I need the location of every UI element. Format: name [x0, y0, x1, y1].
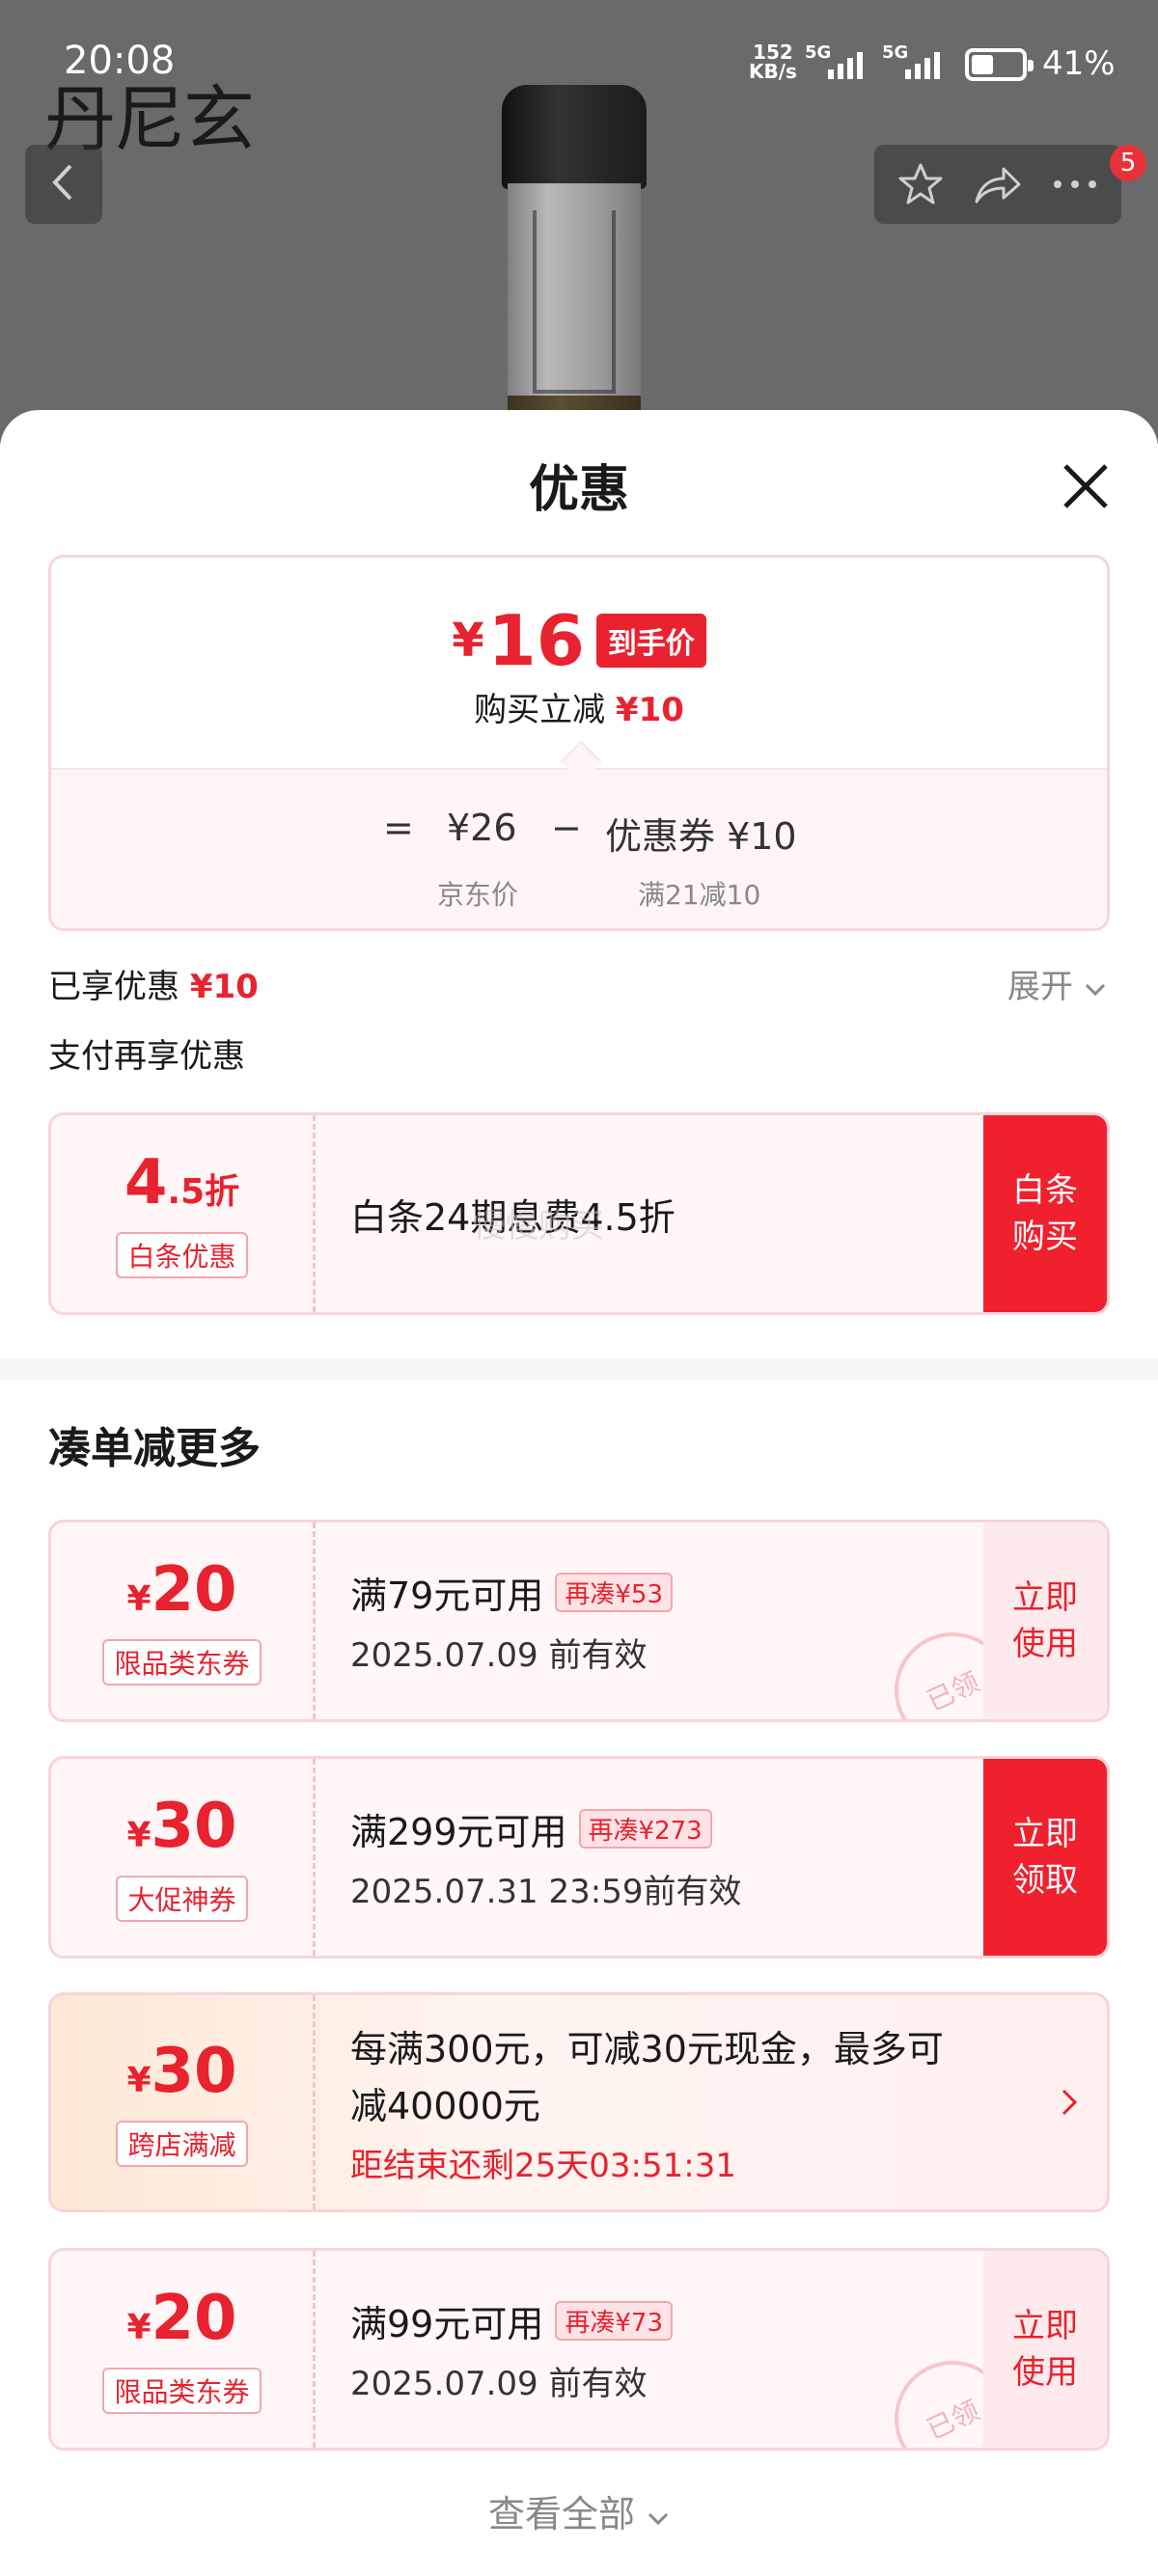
final-price: ¥ 16 到手价: [51, 600, 1107, 681]
header-actions: [874, 145, 1121, 224]
coupon-rule: 满21减10: [638, 879, 761, 911]
baitiao-rate: 4.5折: [124, 1149, 239, 1226]
instant-discount-label: 购买立减: [474, 691, 606, 729]
baitiao-buy-line2: 购买: [1012, 1218, 1078, 1256]
expand-button[interactable]: 展开: [1007, 960, 1107, 1007]
share-button[interactable]: [964, 151, 1032, 218]
sheet-title: 优惠: [528, 461, 629, 519]
promo-countdown: 距结束还剩25天03:51:31: [350, 2146, 736, 2185]
network-speed-value: 152: [753, 41, 793, 64]
final-price-amount: 16: [487, 600, 585, 681]
coupon-condition: 满79元可用: [350, 1575, 544, 1617]
claim-now-line2: 领取: [1012, 1861, 1078, 1900]
chevron-right-icon: [1062, 2089, 1078, 2116]
more-icon: [1054, 180, 1096, 188]
enjoyed-discount-label: 已享优惠: [48, 968, 179, 1006]
close-icon: [1063, 464, 1108, 508]
claim-now-line1: 立即: [1012, 1815, 1078, 1853]
coupon-value: 30: [151, 2036, 237, 2107]
baitiao-rate-big: 4: [124, 1147, 168, 1219]
signal-bars-icon: [905, 50, 940, 79]
final-price-tag: 到手价: [595, 614, 706, 668]
chevron-down-icon: [648, 2512, 669, 2526]
coupon-validity: 2025.07.09 前有效: [350, 2365, 648, 2403]
coupon-value: 20: [151, 2283, 237, 2354]
favorite-button[interactable]: [887, 151, 954, 218]
claim-now-button[interactable]: 立即 领取: [983, 1759, 1107, 1956]
price-breakdown-card: ¥ 16 到手价 购买立减 ¥10 = ¥26 − 优惠券 ¥10 京东价 满2…: [48, 555, 1110, 931]
baitiao-buy-line1: 白条: [1012, 1171, 1078, 1210]
section-title: 凑单减更多: [48, 1424, 261, 1473]
baitiao-tag: 白条优惠: [116, 1232, 248, 1278]
coupon-gap: 再凑¥273: [578, 1809, 712, 1849]
jd-price-label: 京东价: [437, 879, 519, 911]
share-icon: [975, 167, 1021, 204]
promo-condition-cont: 减40000元: [350, 2084, 540, 2127]
promo-condition: 每满300元，可减30元现金，最多可: [350, 2027, 944, 2070]
coupon-condition: 满99元可用: [350, 2303, 544, 2345]
instant-discount-amount: ¥10: [615, 691, 684, 729]
coupon-deduction: 优惠券 ¥10: [605, 815, 797, 858]
baitiao-buy-button[interactable]: 白条 购买: [983, 1115, 1107, 1312]
use-now-line2: 使用: [1012, 1625, 1078, 1663]
pay-more-title: 支付再享优惠: [48, 1037, 245, 1076]
cross-store-promo-card[interactable]: ¥30 跨店满减 每满300元，可减30元现金，最多可 减40000元 距结束还…: [48, 1992, 1110, 2212]
use-now-button[interactable]: 立即 使用: [983, 1522, 1107, 1719]
more-button[interactable]: [1041, 151, 1109, 218]
view-all-label: 查看全部: [487, 2493, 635, 2535]
coupon-validity: 2025.07.31 23:59前有效: [350, 1873, 742, 1911]
section-divider: [0, 1358, 1158, 1380]
coupon-currency: ¥: [126, 2308, 152, 2347]
coupon-currency: ¥: [126, 1816, 152, 1855]
coupon-currency: ¥: [126, 2061, 152, 2100]
product-bottle-image: [494, 85, 654, 444]
jd-price: ¥26: [447, 807, 517, 849]
baitiao-rate-small: .5折: [167, 1172, 240, 1212]
coupon-tag: 跨店满减: [116, 2121, 248, 2167]
back-arrow-icon: [49, 162, 78, 206]
coupon-tag: 大促神券: [116, 1876, 248, 1922]
chevron-down-icon: [1085, 983, 1105, 997]
promo-detail-button[interactable]: [1061, 1995, 1078, 2209]
back-button[interactable]: [25, 145, 102, 224]
coupon-card[interactable]: ¥20 限品类东券 满99元可用 再凑¥73 2025.07.09 前有效 已领…: [48, 2248, 1110, 2451]
expand-label: 展开: [1007, 968, 1073, 1006]
coupon-card[interactable]: ¥30 大促神券 满299元可用 再凑¥273 2025.07.31 23:59…: [48, 1756, 1110, 1959]
network-speed-unit: KB/s: [749, 60, 797, 83]
formula-equals: =: [383, 807, 414, 849]
coupon-value: 20: [151, 1554, 237, 1626]
instant-discount: 购买立减 ¥10: [51, 683, 1107, 730]
use-now-line1: 立即: [1012, 2307, 1078, 2345]
coupon-card[interactable]: ¥20 限品类东券 满79元可用 再凑¥53 2025.07.09 前有效 已领…: [48, 1520, 1110, 1722]
final-price-currency: ¥: [452, 614, 484, 668]
close-button[interactable]: [1052, 452, 1119, 520]
notification-badge: 5: [1110, 145, 1146, 181]
coupon-value: 30: [151, 1791, 237, 1862]
coupon-currency: ¥: [126, 1579, 152, 1619]
coupon-validity: 2025.07.09 前有效: [350, 1636, 648, 1675]
formula-minus: −: [551, 807, 582, 849]
battery-icon: [965, 48, 1034, 81]
status-time: 20:08: [64, 39, 176, 83]
use-now-button[interactable]: 立即 使用: [983, 2251, 1107, 2448]
signal-bars-icon: [828, 50, 863, 79]
enjoyed-discount-amount: ¥10: [189, 968, 259, 1006]
network-speed: 152 KB/s: [749, 42, 797, 81]
star-icon: [898, 163, 943, 205]
coupon-condition: 满299元可用: [350, 1811, 567, 1853]
coupon-gap: 再凑¥73: [555, 2301, 673, 2341]
coupon-tag: 限品类东券: [102, 2368, 262, 2414]
price-formula: = ¥26 − 优惠券 ¥10 京东价 满21减10: [51, 768, 1107, 928]
discount-sheet: 优惠 ¥ 16 到手价 购买立减 ¥10 = ¥26 − 优惠券 ¥10 京东价…: [0, 410, 1158, 2576]
enjoyed-discount: 已享优惠 ¥10: [48, 960, 259, 1007]
use-now-line1: 立即: [1012, 1578, 1078, 1617]
view-all-button[interactable]: 查看全部: [0, 2484, 1158, 2537]
coupon-tag: 限品类东券: [102, 1639, 262, 1685]
coupon-gap: 再凑¥53: [555, 1573, 673, 1612]
watermark-text: 慢慢购买: [473, 1207, 604, 1246]
battery-percent: 41%: [1042, 44, 1116, 83]
status-bar: 20:08 152 KB/s 5G 5G 41%: [0, 0, 1158, 116]
use-now-line2: 使用: [1012, 2353, 1078, 2392]
